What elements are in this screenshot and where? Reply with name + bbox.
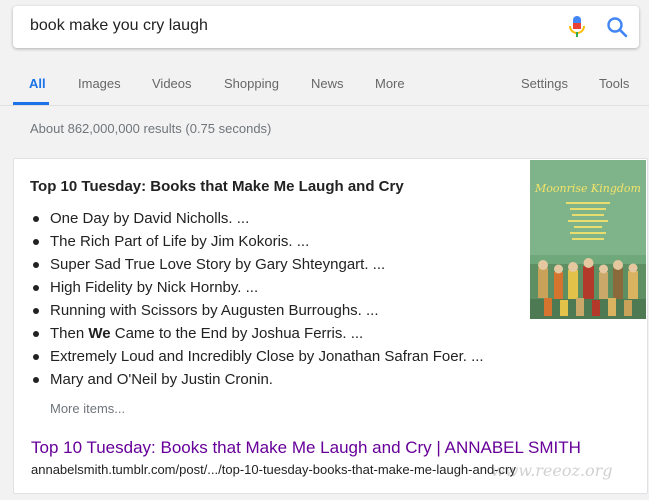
tab-videos[interactable]: Videos xyxy=(152,76,192,91)
list-item: The Rich Part of Life by Jim Kokoris. ..… xyxy=(31,230,484,253)
tab-shopping[interactable]: Shopping xyxy=(224,76,279,91)
featured-snippet-card: Top 10 Tuesday: Books that Make Me Laugh… xyxy=(13,158,648,494)
poster-title: Moonrise Kingdom xyxy=(534,182,641,195)
tab-tools[interactable]: Tools xyxy=(599,76,629,91)
list-item: Then We Came to the End by Joshua Ferris… xyxy=(31,322,484,345)
result-title-link[interactable]: Top 10 Tuesday: Books that Make Me Laugh… xyxy=(31,438,581,458)
list-item: Super Sad True Love Story by Gary Shteyn… xyxy=(31,253,484,276)
search-box[interactable]: book make you cry laugh xyxy=(13,6,639,48)
search-input[interactable]: book make you cry laugh xyxy=(30,17,208,35)
list-item: Mary and O'Neil by Justin Cronin. xyxy=(31,368,484,391)
list-item: High Fidelity by Nick Hornby. ... xyxy=(31,276,484,299)
list-item: Running with Scissors by Augusten Burrou… xyxy=(31,299,484,322)
tabs-divider xyxy=(0,105,649,106)
snippet-title: Top 10 Tuesday: Books that Make Me Laugh… xyxy=(30,178,404,195)
watermark: www.reeoz.org xyxy=(491,461,613,480)
list-item: One Day by David Nicholls. ... xyxy=(31,207,484,230)
list-item: Extremely Loud and Incredibly Close by J… xyxy=(31,345,484,368)
tab-settings[interactable]: Settings xyxy=(521,76,568,91)
result-url: annabelsmith.tumblr.com/post/.../top-10-… xyxy=(31,462,516,477)
result-stats: About 862,000,000 results (0.75 seconds) xyxy=(30,121,272,136)
tab-all[interactable]: All xyxy=(29,76,46,91)
tab-images[interactable]: Images xyxy=(78,76,121,91)
microphone-icon[interactable] xyxy=(568,15,586,39)
tab-news[interactable]: News xyxy=(311,76,344,91)
search-tabs: All Images Videos Shopping News More Set… xyxy=(0,56,649,104)
movie-poster-image[interactable]: Moonrise Kingdom xyxy=(530,160,646,319)
search-icon[interactable] xyxy=(606,16,628,38)
more-items-link[interactable]: More items... xyxy=(50,401,125,416)
snippet-list: One Day by David Nicholls. ... The Rich … xyxy=(31,207,484,391)
tab-more[interactable]: More xyxy=(375,76,405,91)
